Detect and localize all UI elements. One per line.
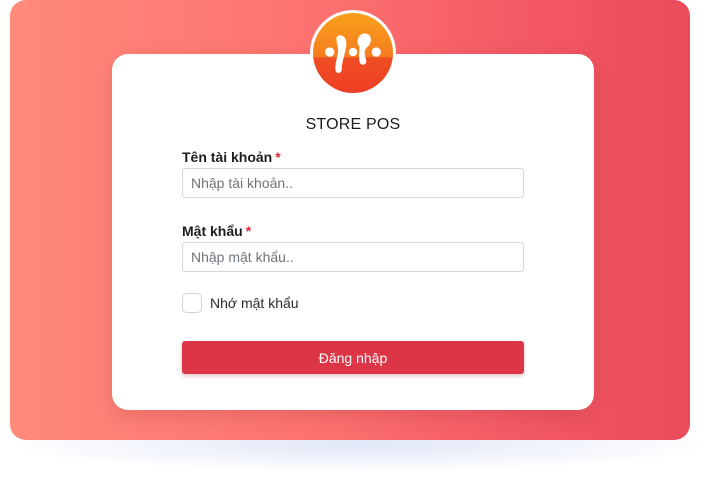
login-button[interactable]: Đăng nhập xyxy=(182,341,524,374)
checkbox-icon[interactable] xyxy=(182,293,202,313)
required-mark: * xyxy=(245,223,252,239)
password-input[interactable] xyxy=(182,242,524,272)
required-mark: * xyxy=(275,149,281,165)
remember-me-label[interactable]: Nhớ mật khẩu xyxy=(210,295,299,311)
username-input[interactable] xyxy=(182,168,524,198)
username-label: Tên tài khoản * xyxy=(182,149,281,165)
password-label: Mật khẩu * xyxy=(182,223,251,239)
username-label-text: Tên tài khoản xyxy=(182,149,273,165)
store-pos-logo-icon xyxy=(310,10,396,96)
remember-me[interactable]: Nhớ mật khẩu xyxy=(182,293,299,313)
page-title: STORE POS xyxy=(305,116,401,133)
password-label-text: Mật khẩu xyxy=(182,223,243,239)
